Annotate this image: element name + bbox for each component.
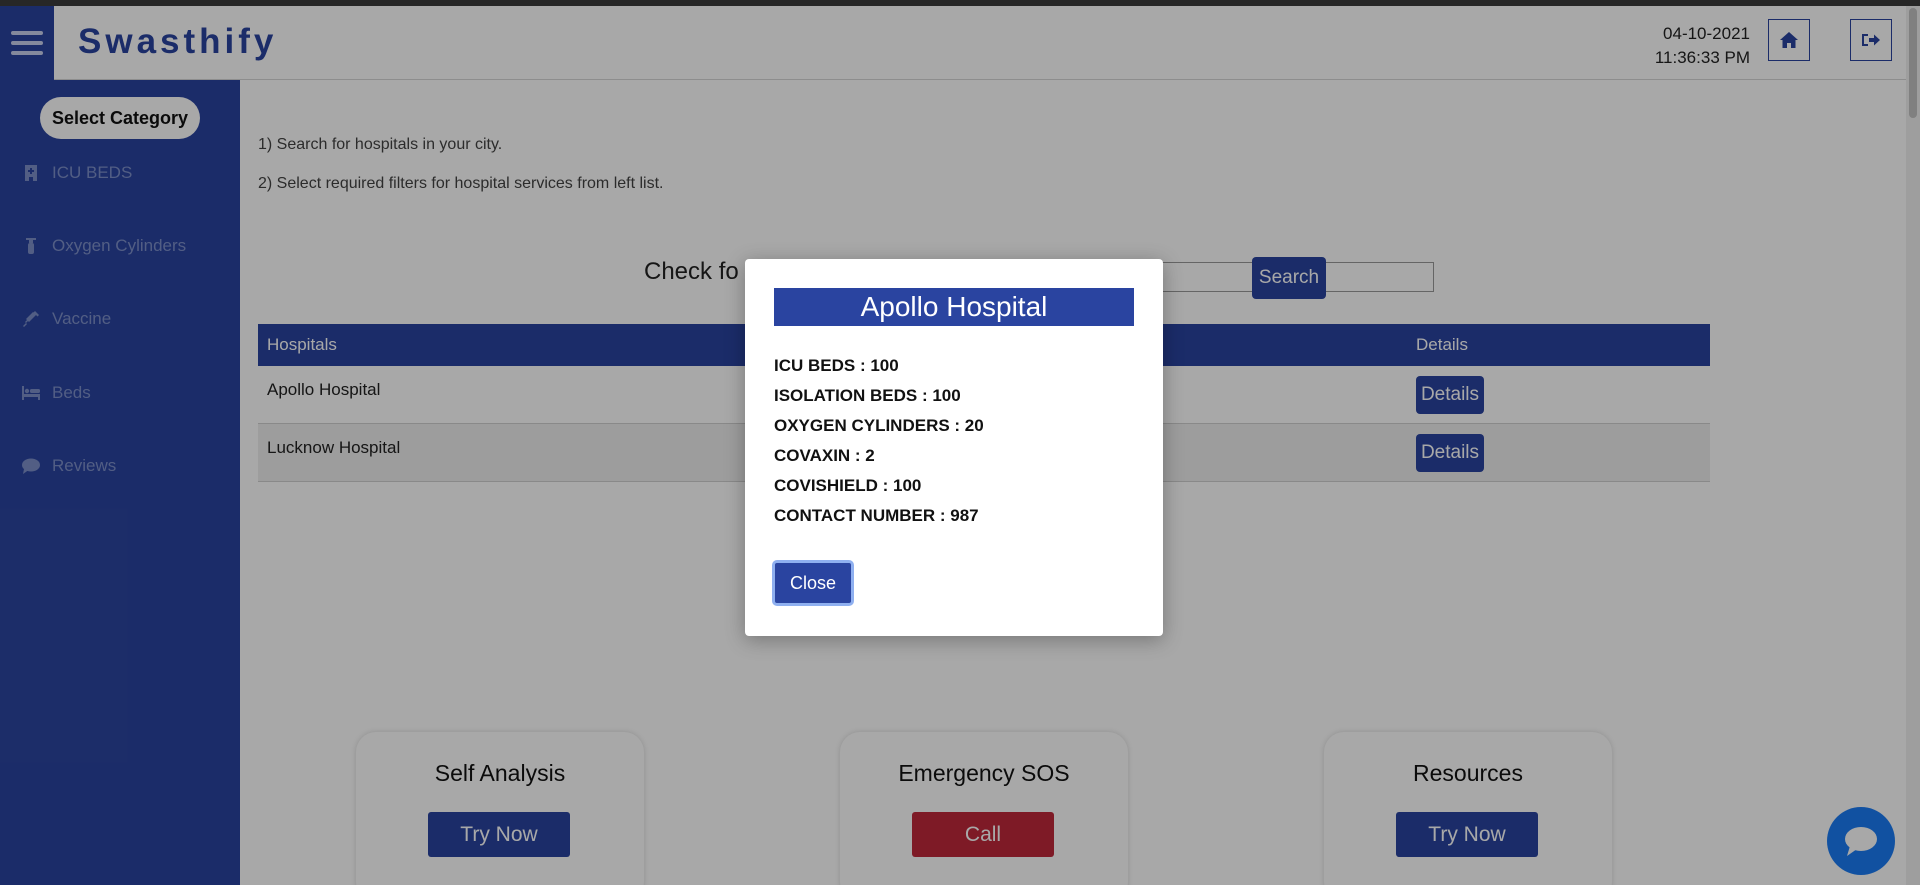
covishield-line: COVISHIELD : 100 — [774, 476, 922, 495]
contact-number-line: CONTACT NUMBER : 987 — [774, 506, 979, 525]
isolation-beds-line: ISOLATION BEDS : 100 — [774, 386, 961, 405]
icu-beds-line: ICU BEDS : 100 — [774, 356, 899, 375]
hospital-details-modal: Apollo Hospital ICU BEDS : 100 ISOLATION… — [745, 259, 1163, 636]
modal-title: Apollo Hospital — [774, 288, 1134, 326]
covaxin-line: COVAXIN : 2 — [774, 446, 875, 465]
modal-details-list: ICU BEDS : 100 ISOLATION BEDS : 100 OXYG… — [774, 351, 984, 531]
oxygen-cylinders-line: OXYGEN CYLINDERS : 20 — [774, 416, 984, 435]
close-button[interactable]: Close — [772, 560, 854, 606]
